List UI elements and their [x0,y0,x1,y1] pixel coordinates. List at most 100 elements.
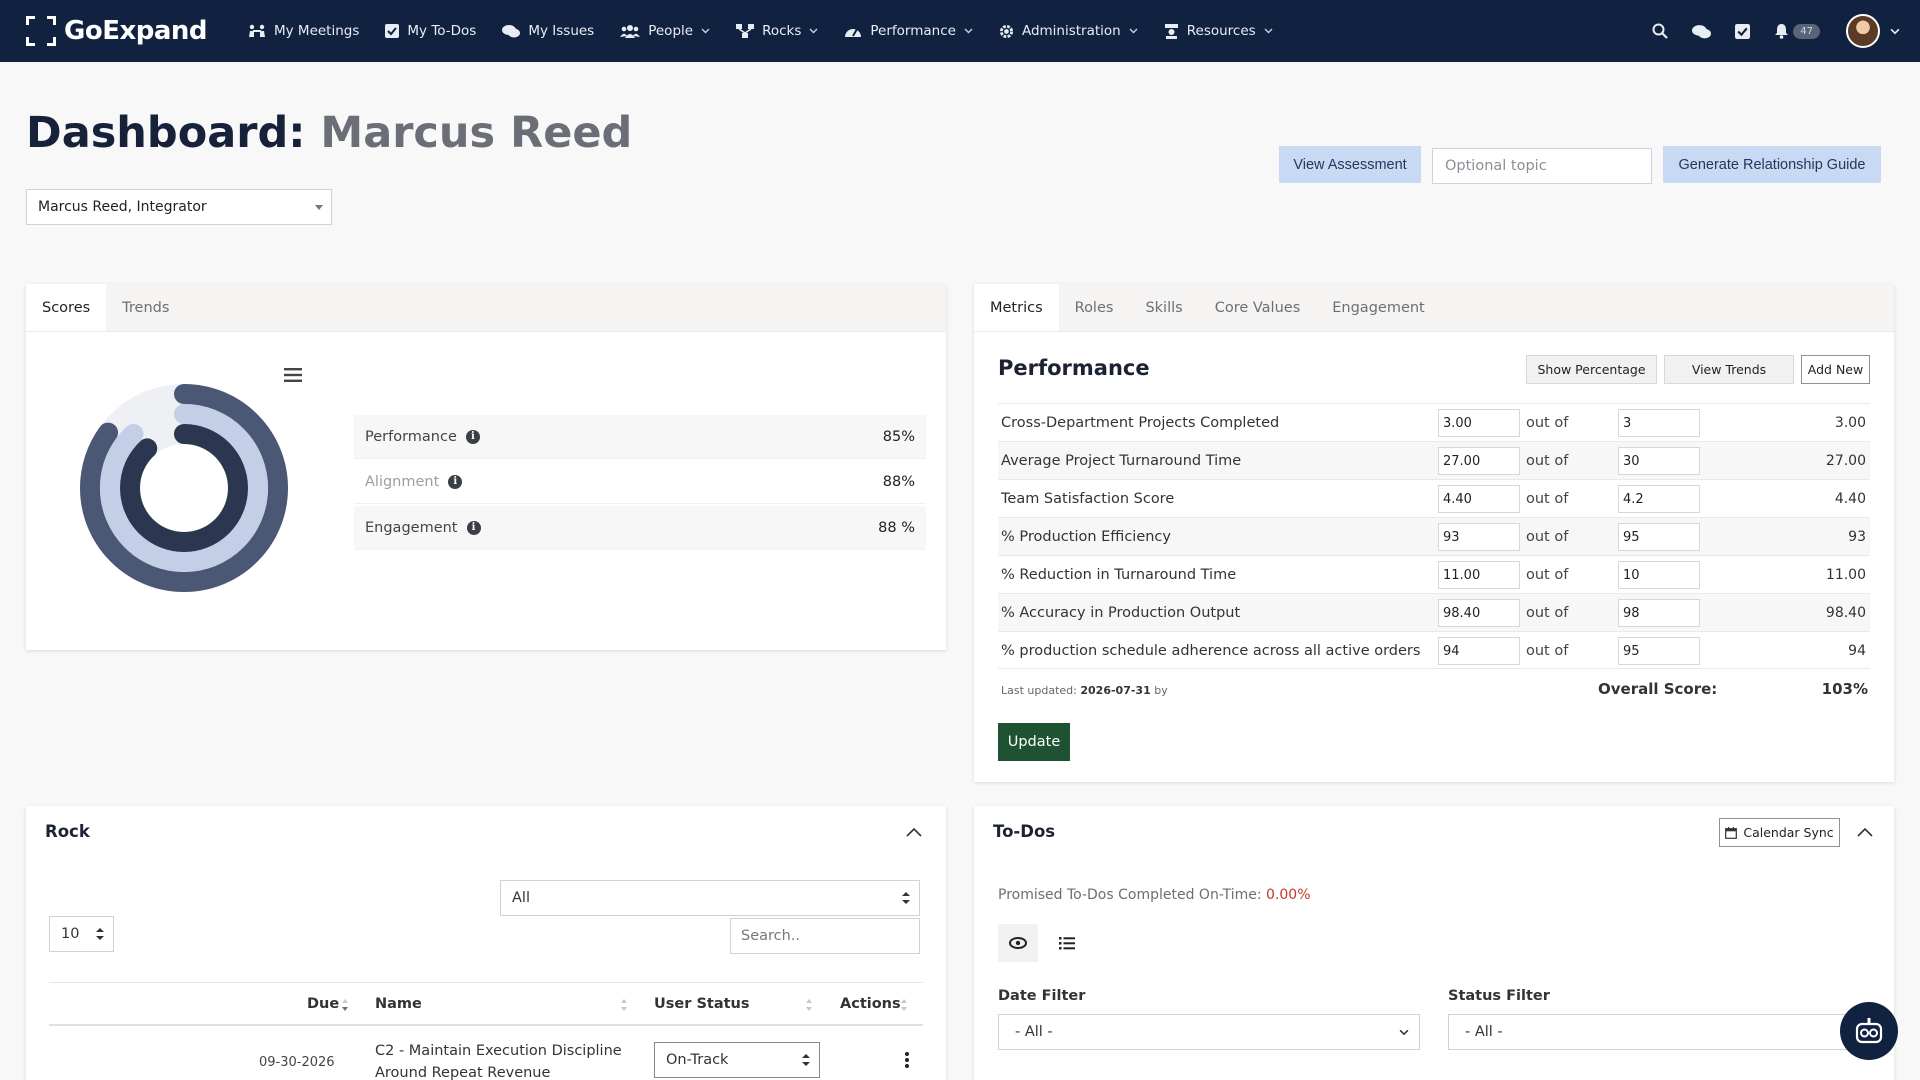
metric-actual-input[interactable]: 98.40 [1438,599,1520,627]
brand-name: GoExpand [64,16,208,46]
metric-target-input[interactable]: 3 [1618,409,1700,437]
metric-result: 3.00 [1834,415,1866,431]
metric-row: Average Project Turnaround Time 27.00 ou… [998,441,1870,479]
metric-actual-input[interactable]: 11.00 [1438,561,1520,589]
search-icon[interactable] [1652,23,1669,39]
chevron-up-icon[interactable] [1857,827,1873,837]
metric-target-input[interactable]: 4.2 [1618,485,1700,513]
chevron-down-icon [1129,28,1138,34]
nav-label: Performance [870,23,956,39]
nav-my-meetings[interactable]: My Meetings [248,23,359,39]
metrics-section-title: Performance [998,356,1150,380]
column-header-actions: Actions [840,996,901,1012]
page-size-select[interactable]: 10 [49,916,114,952]
user-status-select[interactable]: On-Track [654,1042,820,1078]
brand-logo[interactable]: GoExpand [26,16,248,46]
date-filter-select[interactable]: - All - [998,1014,1420,1050]
rock-name[interactable]: C2 - Maintain Execution Discipline Aroun… [375,1040,625,1080]
ring-engagement [120,424,248,552]
tab-core-values[interactable]: Core Values [1199,284,1317,331]
notifications[interactable]: 47 [1774,23,1820,39]
out-of-label: out of [1526,491,1569,507]
update-button[interactable]: Update [998,723,1070,761]
sort-icon[interactable] [621,999,627,1011]
nav-resources[interactable]: Resources [1164,23,1273,39]
metric-name: Team Satisfaction Score [1001,491,1175,507]
calendar-icon [1725,826,1738,839]
nav-my-todos[interactable]: My To-Dos [385,23,476,39]
gear-icon [999,24,1014,38]
metric-result: 98.40 [1825,605,1866,621]
promised-todos-stat: Promised To-Dos Completed On-Time: 0.00% [998,887,1311,903]
tab-scores[interactable]: Scores [26,284,107,331]
view-assessment-button[interactable]: View Assessment [1279,146,1421,183]
chat-icon[interactable] [1692,24,1712,39]
metric-target-input[interactable]: 30 [1618,447,1700,475]
metric-target-input[interactable]: 98 [1618,599,1700,627]
page-size-value: 10 [61,926,80,942]
column-header-name[interactable]: Name [375,996,422,1012]
info-icon[interactable]: i [448,474,463,489]
column-header-user-status[interactable]: User Status [654,996,749,1012]
sort-icon[interactable] [342,999,348,1011]
sort-icon[interactable] [901,999,907,1011]
nav-people[interactable]: People [620,23,710,39]
tab-trends[interactable]: Trends [106,284,185,331]
status-filter-select[interactable]: - All - [1448,1014,1848,1050]
show-percentage-button[interactable]: Show Percentage [1526,355,1657,384]
metric-actual-input[interactable]: 94 [1438,637,1520,665]
nav-administration[interactable]: Administration [999,23,1138,39]
nav-label: Resources [1186,23,1256,39]
out-of-label: out of [1526,453,1569,469]
chevron-down-icon [701,28,710,34]
score-label: Engagement i [365,520,481,536]
metric-actual-input[interactable]: 93 [1438,523,1520,551]
tab-skills[interactable]: Skills [1129,284,1198,331]
last-updated-date: 2026-07-31 [1080,684,1151,697]
add-new-button[interactable]: Add New [1801,355,1870,384]
metric-target-input[interactable]: 95 [1618,523,1700,551]
column-header-due[interactable]: Due [307,996,339,1012]
metric-actual-input[interactable]: 3.00 [1438,409,1520,437]
nav-label: Rocks [762,23,802,39]
assistant-bot-button[interactable] [1840,1002,1898,1060]
user-select[interactable]: Marcus Reed, Integrator [26,189,332,225]
list-view-button[interactable] [1048,924,1086,962]
avatar[interactable] [1846,14,1880,48]
table-header-divider [49,1024,923,1026]
metric-target-input[interactable]: 10 [1618,561,1700,589]
nav-rocks[interactable]: Rocks [736,23,818,39]
metric-actual-input[interactable]: 4.40 [1438,485,1520,513]
view-toggle-button[interactable] [998,924,1038,962]
tab-roles[interactable]: Roles [1059,284,1130,331]
nav-performance[interactable]: Performance [844,23,973,39]
nav-my-issues[interactable]: My Issues [502,23,594,39]
nav-label: My Meetings [274,23,360,39]
metric-row: Cross-Department Projects Completed 3.00… [998,403,1870,441]
calendar-sync-button[interactable]: Calendar Sync [1719,818,1840,847]
chevron-up-icon[interactable] [906,827,922,837]
info-icon[interactable]: i [466,520,481,535]
view-trends-button[interactable]: View Trends [1664,355,1794,384]
metrics-card: Metrics Roles Skills Core Values Engagem… [974,284,1894,782]
metric-result: 93 [1848,529,1866,545]
title-user-name: Marcus Reed [320,108,633,158]
kebab-menu-icon[interactable] [905,1052,909,1068]
tab-engagement[interactable]: Engagement [1316,284,1441,331]
chevron-down-icon[interactable] [1890,28,1900,35]
chevron-down-icon [964,28,973,34]
scores-card: Scores Trends Performance i 85% Alignment… [26,284,946,650]
optional-topic-input[interactable] [1432,148,1652,184]
score-value: 88% [882,473,915,490]
rock-due-date: 09-30-2026 [259,1055,335,1070]
todo-check-icon[interactable] [1735,23,1751,39]
tab-metrics[interactable]: Metrics [974,284,1059,331]
rock-filter-select[interactable]: All [500,880,920,916]
metric-target-input[interactable]: 95 [1618,637,1700,665]
metric-actual-input[interactable]: 27.00 [1438,447,1520,475]
rock-search-input[interactable] [730,918,920,954]
sort-icon[interactable] [806,999,812,1011]
info-icon[interactable]: i [465,429,480,444]
generate-relationship-guide-button[interactable]: Generate Relationship Guide [1663,146,1881,183]
user-select-value: Marcus Reed, Integrator [38,199,207,215]
